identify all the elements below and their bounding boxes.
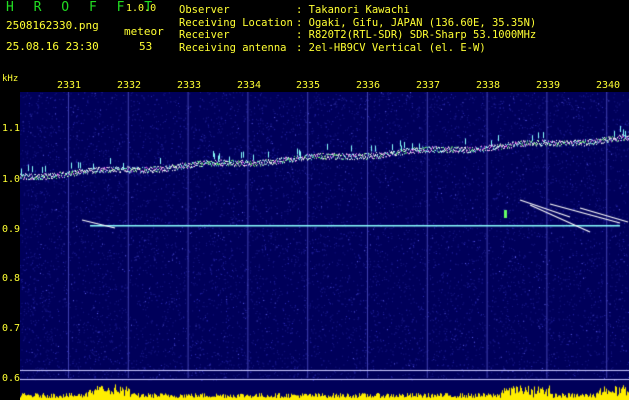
frequency-tick-label: 0.9 xyxy=(2,224,21,235)
app-version: 1.0.0 xyxy=(126,3,157,14)
meta-key: Receiving antenna xyxy=(179,41,287,54)
frequency-tick-label: 1.1 xyxy=(2,123,21,134)
time-tick-label: 2337 xyxy=(416,80,441,91)
meta-value: : Ogaki, Gifu, JAPAN (136.60E, 35.35N) xyxy=(296,16,537,29)
frequency-tick-label: 1.0 xyxy=(2,174,21,185)
mode-label: meteor xyxy=(124,25,164,38)
meta-value: : Takanori Kawachi xyxy=(296,4,410,16)
time-tick-label: 2335 xyxy=(296,80,321,91)
meta-row-receiver: Receiver : R820T2(RTL-SDR) SDR-Sharp 53.1… xyxy=(179,29,536,42)
time-tick-label: 2332 xyxy=(117,80,142,91)
time-tick-label: 2334 xyxy=(237,80,262,91)
meta-key: Observer xyxy=(179,4,230,16)
meta-value: : 2el-HB9CV Vertical (el. E-W) xyxy=(296,41,486,54)
meta-key: Receiver xyxy=(179,29,230,41)
time-tick-label: 2340 xyxy=(596,80,621,91)
hrofft-window: H R O F F T 1.0.0 2508162330.png meteor … xyxy=(0,0,629,400)
meta-row-antenna: Receiving antenna : 2el-HB9CV Vertical (e… xyxy=(179,42,536,55)
station-info: Observer : Takanori Kawachi Receiving Loc… xyxy=(179,4,536,54)
time-tick-label: 2336 xyxy=(356,80,381,91)
frequency-tick-label: 0.8 xyxy=(2,273,21,284)
spectrogram-plot xyxy=(20,92,629,400)
time-tick-label: 2339 xyxy=(536,80,561,91)
meta-value: : R820T2(RTL-SDR) SDR-Sharp 53.1000MHz xyxy=(296,29,537,41)
frequency-tick-label: 0.6 xyxy=(2,373,21,384)
time-tick-label: 2333 xyxy=(177,80,202,91)
frequency-tick-label: 0.7 xyxy=(2,323,21,334)
meta-key: Receiving Location xyxy=(179,16,293,29)
timestamp: 25.08.16 23:30 xyxy=(6,40,99,53)
meta-row-observer: Observer : Takanori Kawachi xyxy=(179,4,536,17)
time-tick-label: 2331 xyxy=(57,80,82,91)
meta-row-location: Receiving Location: Ogaki, Gifu, JAPAN (… xyxy=(179,17,536,30)
meteor-count: 53 xyxy=(139,40,153,53)
time-tick-label: 2338 xyxy=(476,80,501,91)
file-name: 2508162330.png xyxy=(6,19,99,32)
frequency-unit-label: kHz xyxy=(2,74,19,84)
